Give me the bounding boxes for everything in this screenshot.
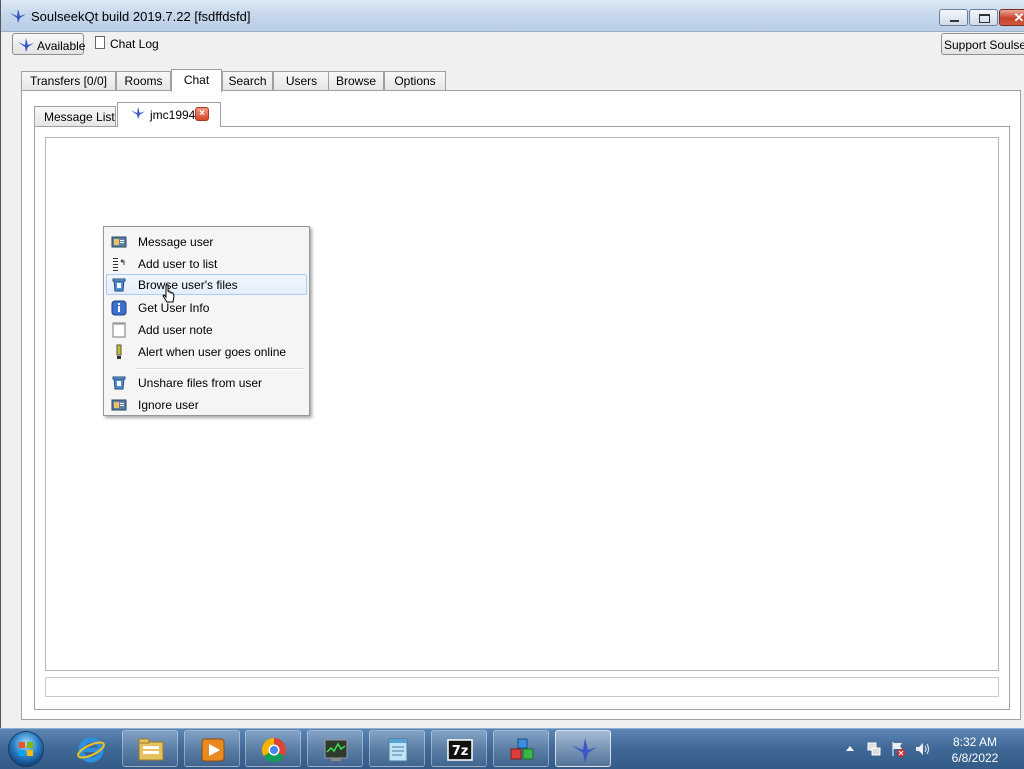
menu-add-user-note[interactable]: Add user note: [106, 319, 307, 340]
taskbar-soulseek[interactable]: [555, 730, 611, 767]
task-manager-icon: [324, 739, 348, 761]
title-bar[interactable]: SoulseekQt build 2019.7.22 [fsdffdsfd] ✕: [1, 0, 1024, 32]
taskbar-notepad[interactable]: [369, 730, 425, 767]
windows-logo-icon: [19, 742, 33, 756]
info-icon: [111, 300, 127, 316]
tab-rooms[interactable]: Rooms: [116, 71, 171, 91]
taskbar-media-player[interactable]: [184, 730, 240, 767]
close-tab-icon[interactable]: ×: [195, 107, 209, 121]
ignore-user-icon: [111, 399, 127, 411]
taskbar-chrome[interactable]: [245, 730, 301, 767]
menu-add-user-to-list[interactable]: Add user to list: [106, 253, 307, 274]
note-icon: [112, 322, 126, 338]
menu-ignore-user[interactable]: Ignore user: [106, 394, 307, 415]
soulseek-bird-icon: [131, 106, 145, 120]
soulseek-icon: [571, 738, 597, 763]
toolbar: Available Chat Log Support Soulseek: [1, 31, 1024, 58]
maximize-icon: [970, 10, 997, 25]
app-window: SoulseekQt build 2019.7.22 [fsdffdsfd] ✕…: [0, 0, 1024, 728]
menu-label: Message user: [138, 235, 214, 249]
menu-label: Ignore user: [138, 398, 199, 412]
menu-label: Alert when user goes online: [138, 345, 287, 359]
tab-message-list[interactable]: Message List: [34, 106, 116, 128]
menu-browse-user-files[interactable]: Browse user's files: [106, 274, 307, 295]
unshare-icon: [112, 376, 126, 390]
window-title: SoulseekQt build 2019.7.22 [fsdffdsfd]: [31, 9, 251, 24]
internet-explorer-icon: [77, 737, 105, 763]
menu-separator: [136, 368, 304, 370]
taskbar: 7z 8:32 AM 6/8/2022: [0, 728, 1024, 769]
soulseek-bird-icon: [18, 38, 34, 52]
tab-transfers[interactable]: Transfers [0/0]: [21, 71, 116, 91]
close-button[interactable]: ✕: [999, 9, 1024, 26]
minimize-icon: [940, 10, 967, 25]
file-explorer-icon: [138, 738, 164, 761]
cubes-app-icon: [510, 738, 534, 760]
volume-icon[interactable]: [914, 741, 930, 757]
menu-label: Add user note: [138, 323, 213, 337]
add-to-list-icon: [113, 258, 125, 271]
status-label: Available: [37, 39, 86, 53]
menu-unshare-files[interactable]: Unshare files from user: [106, 372, 307, 393]
minimize-button[interactable]: [939, 9, 968, 26]
tab-user-chat[interactable]: jmc1994 ×: [117, 102, 221, 127]
menu-label: Add user to list: [138, 257, 218, 271]
tab-browse[interactable]: Browse: [328, 71, 384, 91]
taskbar-internet-explorer[interactable]: [62, 730, 118, 767]
tab-users[interactable]: Users: [273, 71, 330, 91]
maximize-button[interactable]: [969, 9, 998, 26]
browse-files-icon: [112, 278, 126, 292]
show-hidden-icons-icon[interactable]: [846, 745, 854, 751]
chrome-icon: [261, 738, 286, 763]
7zip-label: 7z: [452, 744, 469, 759]
document-icon: [95, 36, 105, 49]
menu-alert-online[interactable]: Alert when user goes online: [106, 341, 307, 362]
chat-message-input[interactable]: [45, 677, 999, 697]
start-button[interactable]: [8, 731, 44, 767]
chat-tab-username: jmc1994: [150, 108, 196, 122]
taskbar-file-explorer[interactable]: [122, 730, 178, 767]
action-center-icon[interactable]: [890, 741, 906, 757]
taskbar-clock[interactable]: 8:32 AM 6/8/2022: [940, 734, 1010, 766]
mouse-cursor-icon: [162, 284, 175, 303]
close-icon: ✕: [1013, 10, 1024, 25]
menu-label: Browse user's files: [138, 278, 238, 292]
taskbar-cubes-app[interactable]: [493, 730, 549, 767]
notepad-icon: [388, 738, 408, 762]
tab-chat[interactable]: Chat: [171, 69, 222, 92]
clock-date: 6/8/2022: [951, 751, 999, 765]
status-button[interactable]: Available: [12, 33, 86, 55]
tab-options[interactable]: Options: [384, 71, 446, 91]
chat-content: [34, 126, 1010, 710]
taskbar-task-manager[interactable]: [307, 730, 363, 767]
media-player-icon: [201, 738, 225, 762]
message-user-icon: [111, 236, 127, 248]
menu-message-user[interactable]: Message user: [106, 231, 307, 252]
support-soulseek-button[interactable]: Support Soulseek: [941, 33, 1024, 55]
menu-get-user-info[interactable]: Get User Info: [106, 297, 307, 318]
clock-time: 8:32 AM: [952, 735, 998, 749]
7zip-icon: 7z: [447, 739, 473, 761]
user-context-menu: Message user Add user to list Browse use…: [103, 226, 310, 416]
network-icon[interactable]: [866, 741, 882, 757]
chat-log-label: Chat Log: [110, 37, 159, 51]
taskbar-7zip[interactable]: 7z: [431, 730, 487, 767]
menu-label: Unshare files from user: [138, 376, 263, 390]
soulseek-bird-icon: [10, 9, 26, 23]
tab-search[interactable]: Search: [222, 71, 273, 91]
alert-icon: [116, 344, 122, 359]
